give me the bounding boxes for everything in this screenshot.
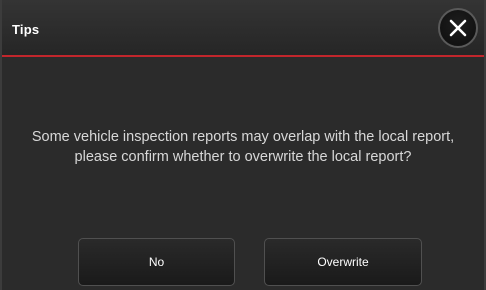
- close-icon: [449, 19, 467, 37]
- overwrite-button-label: Overwrite: [317, 255, 369, 269]
- overwrite-button[interactable]: Overwrite: [264, 238, 422, 286]
- dialog-message: Some vehicle inspection reports may over…: [31, 129, 455, 165]
- close-button[interactable]: [438, 8, 478, 48]
- dialog-header: Tips: [2, 0, 484, 57]
- no-button[interactable]: No: [78, 238, 235, 286]
- dialog-title: Tips: [12, 22, 40, 37]
- tips-dialog: Tips Some vehicle inspection reports may…: [0, 0, 486, 290]
- no-button-label: No: [148, 255, 165, 269]
